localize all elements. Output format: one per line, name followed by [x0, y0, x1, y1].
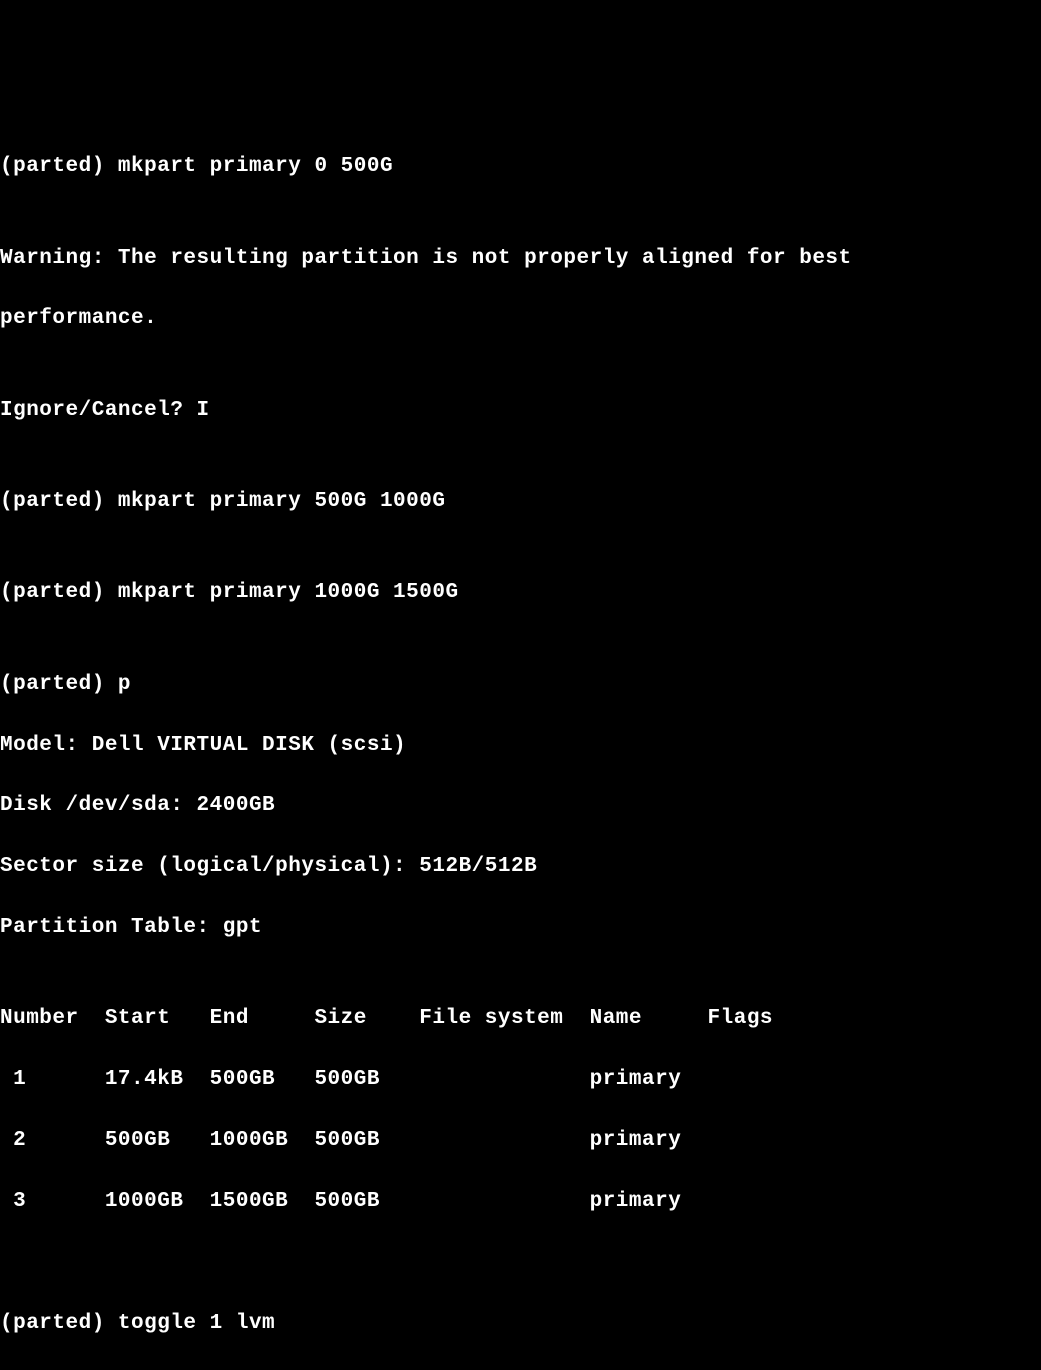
- command-line: (parted) mkpart primary 1000G 1500G: [0, 578, 1041, 608]
- disk-line: Disk /dev/sda: 2400GB: [0, 791, 1041, 821]
- partition-table-line: Partition Table: gpt: [0, 913, 1041, 943]
- command-line: (parted) p: [0, 670, 1041, 700]
- table-row: 1 17.4kB 500GB 500GB primary: [0, 1065, 1041, 1095]
- table-header: Number Start End Size File system Name F…: [0, 1004, 1041, 1034]
- sector-line: Sector size (logical/physical): 512B/512…: [0, 852, 1041, 882]
- warning-line: performance.: [0, 304, 1041, 334]
- warning-line: Warning: The resulting partition is not …: [0, 244, 1041, 274]
- prompt-line: Ignore/Cancel? I: [0, 396, 1041, 426]
- terminal-output[interactable]: (parted) mkpart primary 0 500G Warning: …: [0, 122, 1041, 845]
- table-row: 2 500GB 1000GB 500GB primary: [0, 1126, 1041, 1156]
- command-line: (parted) mkpart primary 0 500G: [0, 152, 1041, 182]
- command-line: (parted) toggle 1 lvm: [0, 1309, 1041, 1339]
- model-line: Model: Dell VIRTUAL DISK (scsi): [0, 731, 1041, 761]
- command-line: (parted) mkpart primary 500G 1000G: [0, 487, 1041, 517]
- table-row: 3 1000GB 1500GB 500GB primary: [0, 1187, 1041, 1217]
